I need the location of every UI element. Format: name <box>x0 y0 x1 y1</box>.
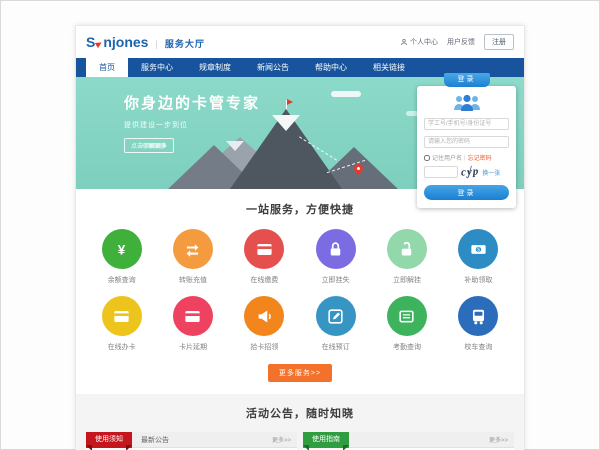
tab-latest-announcements[interactable]: 最新公告 <box>141 435 169 445</box>
captcha-input[interactable] <box>424 166 458 178</box>
hero-banner: 你身边的卡管专家 提供建设一步到位 点击了解更多 登录 记住用户名 | <box>76 77 524 189</box>
portal-page: S njones | 服务大厅 个人中心 用户反馈 注册 首页 服务中心 <box>75 25 525 450</box>
personal-center-link[interactable]: 个人中心 <box>400 37 438 47</box>
announcements-section: 活动公告，随时知晓 使用须知 最新公告 更多>> 使用指南 更多>> <box>76 394 524 450</box>
announcements-title: 活动公告，随时知晓 <box>86 405 514 421</box>
service-report-loss[interactable]: 立即挂失 <box>300 229 371 285</box>
flag-icon <box>287 99 293 105</box>
tab-usage-notice[interactable]: 使用须知 <box>86 432 132 448</box>
remember-checkbox[interactable] <box>424 155 430 161</box>
user-icon <box>400 38 408 46</box>
card-icon <box>244 229 284 269</box>
notice-panel: 使用须知 最新公告 更多>> <box>86 432 297 450</box>
logo[interactable]: S njones | 服务大厅 <box>86 34 205 50</box>
portal-name: 服务大厅 <box>165 37 205 50</box>
svg-text:$: $ <box>477 247 480 253</box>
service-grid: ¥余额查询 转账充值 在线缴费 立即挂失 立即解挂 $补助领取 在线办卡 卡片延… <box>86 229 514 352</box>
guide-more-link[interactable]: 更多>> <box>489 435 508 444</box>
yen-icon: ¥ <box>102 229 142 269</box>
list-icon <box>387 296 427 336</box>
service-attendance-query[interactable]: 考勤查询 <box>371 296 442 352</box>
service-online-booking[interactable]: 在线预订 <box>300 296 371 352</box>
megaphone-icon <box>244 296 284 336</box>
tab-user-guide[interactable]: 使用指南 <box>303 432 349 448</box>
logo-text-right: njones <box>103 34 148 50</box>
service-online-card-apply[interactable]: 在线办卡 <box>86 296 157 352</box>
nav-item-rules[interactable]: 规章制度 <box>186 58 244 77</box>
user-feedback-link[interactable]: 用户反馈 <box>447 37 475 47</box>
card-icon <box>173 296 213 336</box>
lock-icon <box>316 229 356 269</box>
logo-text-left: S <box>86 34 95 50</box>
logo-arrow-icon <box>95 40 103 48</box>
hero-copy: 你身边的卡管专家 提供建设一步到位 点击了解更多 <box>124 92 260 153</box>
svg-text:¥: ¥ <box>118 242 126 257</box>
forgot-password-link[interactable]: 忘记密码 <box>468 153 492 162</box>
login-button[interactable]: 登录 <box>424 185 509 200</box>
nav-item-news[interactable]: 新闻公告 <box>244 58 302 77</box>
service-balance-inquiry[interactable]: ¥余额查询 <box>86 229 157 285</box>
nav-item-home[interactable]: 首页 <box>86 58 128 77</box>
hero-subtitle: 提供建设一步到位 <box>124 120 260 130</box>
nav-item-help-center[interactable]: 帮助中心 <box>302 58 360 77</box>
captcha-row: cyp 换一张 <box>424 166 509 178</box>
password-input[interactable] <box>424 136 509 148</box>
hero-more-button[interactable]: 点击了解更多 <box>124 138 174 153</box>
service-transfer-recharge[interactable]: 转账充值 <box>157 229 228 285</box>
login-panel: 登录 记住用户名 | 忘记密码 cyp 换一张 <box>417 86 516 208</box>
hero-title: 你身边的卡管专家 <box>124 92 260 113</box>
remember-label: 记住用户名 <box>432 153 462 162</box>
edit-icon <box>316 296 356 336</box>
screenshot-frame: S njones | 服务大厅 个人中心 用户反馈 注册 首页 服务中心 <box>0 0 600 450</box>
service-school-bus-query[interactable]: 校车查询 <box>443 296 514 352</box>
services-section: 一站服务，方便快捷 ¥余额查询 转账充值 在线缴费 立即挂失 立即解挂 $补助领… <box>76 189 524 394</box>
login-options: 记住用户名 | 忘记密码 <box>424 153 509 162</box>
register-button[interactable]: 注册 <box>484 34 514 50</box>
nav-item-service-center[interactable]: 服务中心 <box>128 58 186 77</box>
login-tab[interactable]: 登录 <box>444 73 490 87</box>
header: S njones | 服务大厅 个人中心 用户反馈 注册 <box>76 26 524 58</box>
notice-tabbar: 使用须知 最新公告 更多>> <box>86 432 297 448</box>
card-icon <box>102 296 142 336</box>
captcha-image[interactable]: cyp <box>461 165 480 178</box>
service-online-payment[interactable]: 在线缴费 <box>229 229 300 285</box>
users-icon <box>451 94 483 111</box>
transfer-icon <box>173 229 213 269</box>
service-card-extension[interactable]: 卡片延期 <box>157 296 228 352</box>
announcement-panels: 使用须知 最新公告 更多>> 使用指南 更多>> <box>86 432 514 450</box>
guide-panel: 使用指南 更多>> <box>303 432 514 450</box>
nav-item-related-links[interactable]: 相关链接 <box>360 58 418 77</box>
bus-icon <box>458 296 498 336</box>
more-services-button[interactable]: 更多服务>> <box>268 364 332 382</box>
change-captcha-link[interactable]: 换一张 <box>482 168 500 177</box>
cloud-icon <box>331 91 361 97</box>
notice-more-link[interactable]: 更多>> <box>272 435 291 444</box>
service-cancel-loss[interactable]: 立即解挂 <box>371 229 442 285</box>
service-subsidy-collect[interactable]: $补助领取 <box>443 229 514 285</box>
header-links: 个人中心 用户反馈 注册 <box>400 34 514 50</box>
snow-cap <box>272 115 300 131</box>
logo-divider: | <box>155 39 157 49</box>
username-input[interactable] <box>424 118 509 130</box>
service-found-card-claim[interactable]: 拾卡招领 <box>229 296 300 352</box>
unlock-icon <box>387 229 427 269</box>
banknote-icon: $ <box>458 229 498 269</box>
guide-tabbar: 使用指南 更多>> <box>303 432 514 448</box>
